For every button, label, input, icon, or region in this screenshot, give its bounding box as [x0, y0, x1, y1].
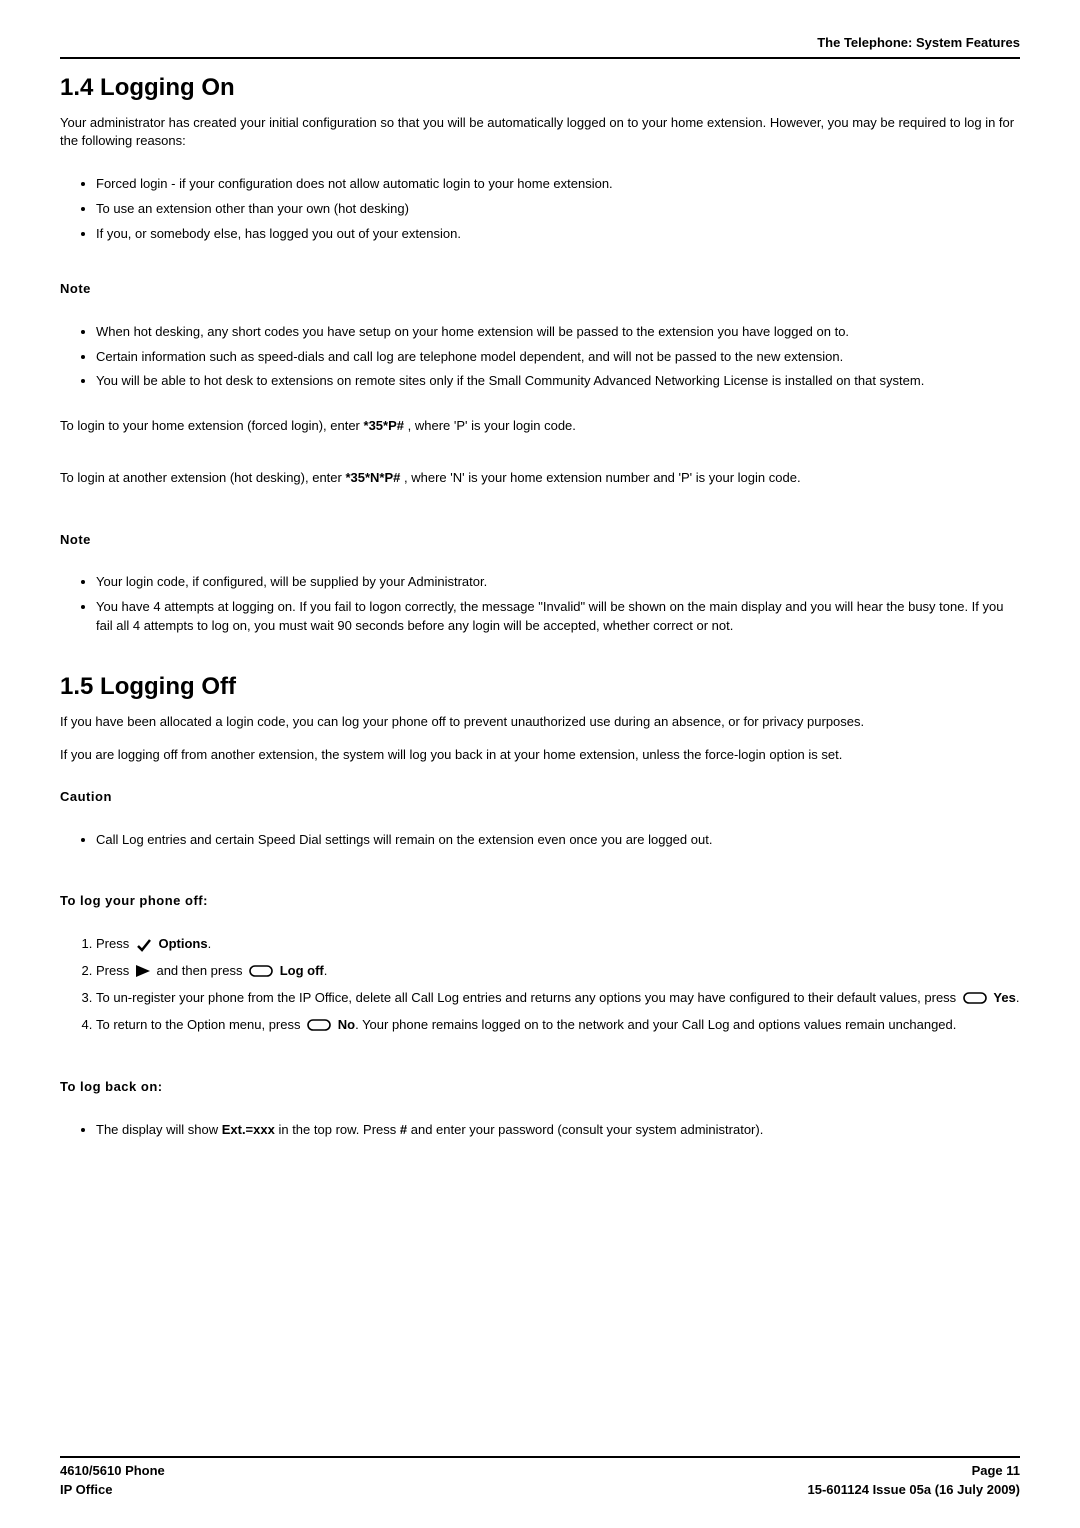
text: and enter your password (consult your sy… [411, 1122, 764, 1137]
sec14-note2-list: Your login code, if configured, will be … [60, 567, 1020, 642]
section-1-4-title: 1.4 Logging On [60, 71, 1020, 106]
list-item: You will be able to hot desk to extensio… [96, 372, 1020, 391]
text: , where 'P' is your login code. [408, 418, 576, 433]
text: . [324, 963, 328, 978]
check-icon [136, 938, 152, 952]
softkey-icon [963, 992, 987, 1004]
footer-phone-model: 4610/5610 Phone [60, 1462, 165, 1481]
sec14-note1-list: When hot desking, any short codes you ha… [60, 317, 1020, 398]
login-home-code: *35*P# [364, 418, 404, 433]
text: To login at another extension (hot deski… [60, 470, 345, 485]
text: , where 'N' is your home extension numbe… [404, 470, 801, 485]
text: Press [96, 936, 133, 951]
softkey-icon [307, 1019, 331, 1031]
list-item: To use an extension other than your own … [96, 200, 1020, 219]
sec15-p1: If you have been allocated a login code,… [60, 713, 1020, 732]
list-item: Call Log entries and certain Speed Dial … [96, 831, 1020, 850]
list-item: When hot desking, any short codes you ha… [96, 323, 1020, 342]
text: To un-register your phone from the IP Of… [96, 990, 960, 1005]
list-item: Your login code, if configured, will be … [96, 573, 1020, 592]
text: . Your phone remains logged on to the ne… [355, 1017, 956, 1032]
text: Press [96, 963, 133, 978]
sec14-reasons-list: Forced login - if your configuration doe… [60, 169, 1020, 250]
logback-heading: To log back on: [60, 1078, 1020, 1097]
list-item: To return to the Option menu, press No. … [96, 1016, 1020, 1035]
options-label: Options [158, 936, 207, 951]
login-other-instruction: To login at another extension (hot deski… [60, 469, 1020, 488]
list-item: If you, or somebody else, has logged you… [96, 225, 1020, 244]
logoff-steps: Press Options. Press and then press Log … [60, 927, 1020, 1042]
text: . [208, 936, 212, 951]
footer-right: Page 11 15-601124 Issue 05a (16 July 200… [808, 1462, 1021, 1500]
text: and then press [156, 963, 246, 978]
footer-left: 4610/5610 Phone IP Office [60, 1462, 165, 1500]
list-item: Certain information such as speed-dials … [96, 348, 1020, 367]
list-item: You have 4 attempts at logging on. If yo… [96, 598, 1020, 636]
logback-list: The display will show Ext.=xxx in the to… [60, 1115, 1020, 1146]
list-item: To un-register your phone from the IP Of… [96, 989, 1020, 1008]
sec15-caution-list: Call Log entries and certain Speed Dial … [60, 825, 1020, 856]
note-label: Note [60, 531, 1020, 550]
text: To return to the Option menu, press [96, 1017, 304, 1032]
list-item: Forced login - if your configuration doe… [96, 175, 1020, 194]
login-home-instruction: To login to your home extension (forced … [60, 417, 1020, 436]
section-1-5-title: 1.5 Logging Off [60, 670, 1020, 705]
running-header: The Telephone: System Features [60, 34, 1020, 59]
text: in the top row. Press [278, 1122, 399, 1137]
no-label: No [338, 1017, 355, 1032]
sec14-intro: Your administrator has created your init… [60, 114, 1020, 152]
note-label: Note [60, 280, 1020, 299]
logoff-heading: To log your phone off: [60, 892, 1020, 911]
list-item: The display will show Ext.=xxx in the to… [96, 1121, 1020, 1140]
softkey-icon [249, 965, 273, 977]
text: The display will show [96, 1122, 222, 1137]
caution-label: Caution [60, 788, 1020, 807]
footer-product: IP Office [60, 1481, 165, 1500]
page-footer: 4610/5610 Phone IP Office Page 11 15-601… [60, 1456, 1020, 1500]
login-other-code: *35*N*P# [345, 470, 400, 485]
list-item: Press Options. [96, 935, 1020, 954]
list-item: Press and then press Log off. [96, 962, 1020, 981]
logback-code: Ext.=xxx [222, 1122, 275, 1137]
yes-label: Yes [993, 990, 1015, 1005]
sec15-p2: If you are logging off from another exte… [60, 746, 1020, 765]
arrow-right-icon [136, 965, 150, 977]
text: . [1016, 990, 1020, 1005]
hash-key: # [400, 1122, 407, 1137]
footer-page-number: Page 11 [808, 1462, 1021, 1481]
footer-issue: 15-601124 Issue 05a (16 July 2009) [808, 1481, 1021, 1500]
text: To login to your home extension (forced … [60, 418, 364, 433]
logoff-label: Log off [280, 963, 324, 978]
